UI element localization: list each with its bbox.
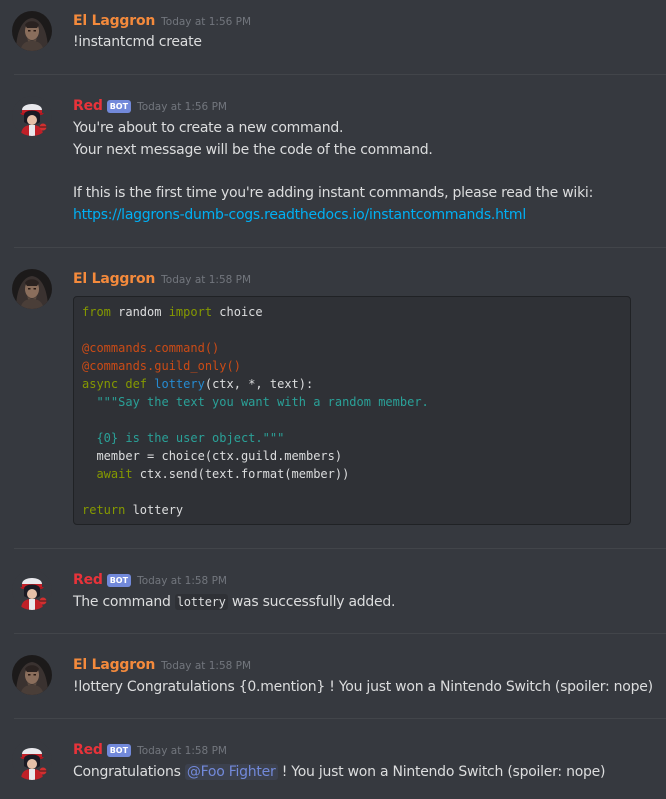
code-token: random: [110, 305, 169, 319]
code-line: @commands.command(): [82, 341, 220, 355]
message-group: Red BOT Today at 1:58 PM Congratulations…: [0, 719, 666, 799]
message-header: El Laggron Today at 1:56 PM: [73, 11, 251, 31]
code-line: return lottery: [82, 501, 622, 519]
message-header: Red BOT Today at 1:58 PM: [73, 740, 227, 760]
avatar[interactable]: [12, 655, 52, 695]
message-text: Congratulations @Foo Fighter ! You just …: [73, 762, 606, 782]
message-header: El Laggron Today at 1:58 PM: [73, 269, 251, 289]
code-token: def: [125, 377, 148, 391]
avatar[interactable]: [12, 740, 52, 780]
message-text: !lottery Congratulations {0.mention} ! Y…: [73, 679, 653, 695]
wiki-link[interactable]: https://laggrons-dumb-cogs.readthedocs.i…: [73, 205, 526, 225]
message-text: Your next message will be the code of th…: [73, 142, 433, 158]
message-text: !instantcmd create: [73, 34, 202, 50]
avatar[interactable]: [12, 96, 52, 136]
user-mention[interactable]: @Foo Fighter: [184, 764, 278, 780]
text-segment: Congratulations: [73, 764, 185, 780]
red-trainer-avatar-icon: [12, 740, 52, 780]
message-header: El Laggron Today at 1:58 PM: [73, 655, 251, 675]
message-header: Red BOT Today at 1:58 PM: [73, 570, 227, 590]
code-token: choice: [212, 305, 263, 319]
code-token: await: [96, 467, 133, 481]
text-segment: The command: [73, 594, 175, 610]
timestamp: Today at 1:56 PM: [137, 101, 227, 113]
timestamp: Today at 1:58 PM: [161, 660, 252, 672]
message-header: Red BOT Today at 1:56 PM: [73, 96, 227, 116]
message-group: El Laggron Today at 1:56 PM !instantcmd …: [0, 0, 666, 74]
code-line: async def lottery(ctx, *, text):: [82, 375, 622, 393]
username[interactable]: Red: [73, 572, 103, 588]
message-group: El Laggron Today at 1:58 PM from random …: [0, 248, 666, 548]
inline-code: lottery: [174, 594, 228, 610]
text-segment: ! You just won a Nintendo Switch (spoile…: [277, 764, 606, 780]
code-token: async: [82, 377, 119, 391]
code-token: ctx.send(text.format(member)): [132, 467, 350, 481]
username[interactable]: Red: [73, 98, 103, 114]
bot-tag: BOT: [106, 573, 132, 587]
red-trainer-avatar-icon: [12, 96, 52, 136]
text-segment: was successfully added.: [227, 594, 396, 610]
avatar[interactable]: [12, 570, 52, 610]
timestamp: Today at 1:58 PM: [161, 274, 252, 286]
code-token: lottery: [154, 377, 205, 391]
bot-tag: BOT: [106, 743, 132, 757]
message-group: Red BOT Today at 1:58 PM The command lot…: [0, 549, 666, 633]
code-token: (ctx, *, text):: [204, 377, 314, 391]
code-token: lottery: [125, 503, 184, 517]
code-token: import: [168, 305, 213, 319]
timestamp: Today at 1:58 PM: [137, 745, 227, 757]
username[interactable]: Red: [73, 742, 103, 758]
red-trainer-avatar-icon: [12, 570, 52, 610]
hooded-figure-avatar-icon: [12, 269, 52, 309]
code-line: member = choice(ctx.guild.members): [82, 449, 343, 463]
code-block[interactable]: from random import choice @commands.comma…: [73, 296, 631, 525]
hooded-figure-avatar-icon: [12, 11, 52, 51]
username[interactable]: El Laggron: [73, 271, 155, 287]
code-line: """Say the text you want with a random m…: [82, 395, 429, 409]
hooded-figure-avatar-icon: [12, 655, 52, 695]
code-line: {0} is the user object.""": [82, 431, 285, 445]
avatar[interactable]: [12, 11, 52, 51]
message-text: If this is the first time you're adding …: [73, 185, 594, 201]
code-line: @commands.guild_only(): [82, 359, 241, 373]
username[interactable]: El Laggron: [73, 13, 155, 29]
message-group: Red BOT Today at 1:56 PM You're about to…: [0, 75, 666, 247]
timestamp: Today at 1:58 PM: [137, 575, 227, 587]
chat-messages: El Laggron Today at 1:56 PM !instantcmd …: [0, 0, 666, 799]
code-line: await ctx.send(text.format(member)): [82, 465, 622, 483]
code-line: from random import choice: [82, 303, 622, 321]
avatar[interactable]: [12, 269, 52, 309]
username[interactable]: El Laggron: [73, 657, 155, 673]
bot-tag: BOT: [106, 99, 132, 113]
message-group: El Laggron Today at 1:58 PM !lottery Con…: [0, 634, 666, 718]
code-token: from: [82, 305, 111, 319]
code-token: return: [82, 503, 126, 517]
message-text: The command lottery was successfully add…: [73, 592, 396, 612]
timestamp: Today at 1:56 PM: [161, 16, 252, 28]
message-text: You're about to create a new command.: [73, 120, 344, 136]
